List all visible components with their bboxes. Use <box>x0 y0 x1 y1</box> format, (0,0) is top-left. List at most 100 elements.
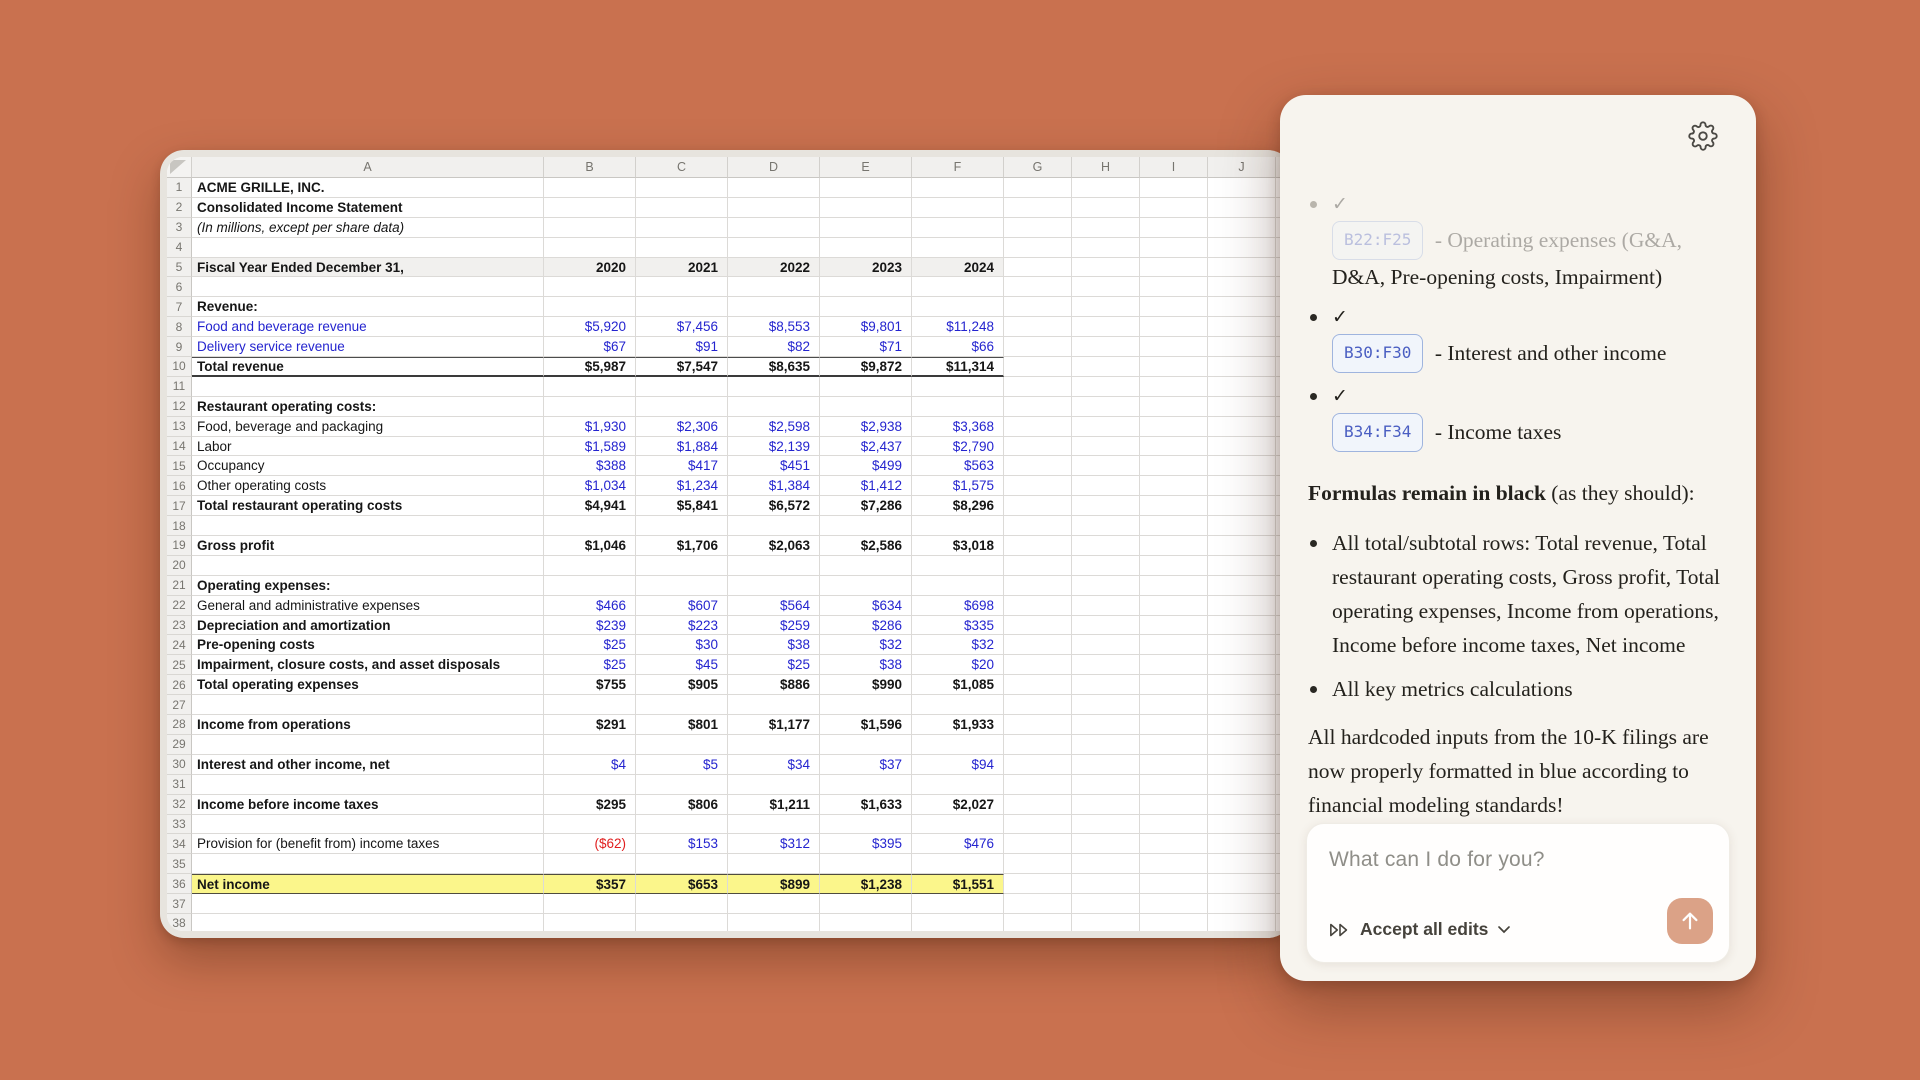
cell-D22[interactable]: $564 <box>728 596 820 616</box>
cell-A11[interactable] <box>192 377 544 397</box>
cell-A5[interactable]: Fiscal Year Ended December 31, <box>192 258 544 278</box>
cell-I33[interactable] <box>1140 815 1208 835</box>
cell-H36[interactable] <box>1072 874 1140 894</box>
cell-range-chip[interactable]: B22:F25 <box>1332 221 1423 260</box>
cell-F31[interactable] <box>912 775 1004 795</box>
row-number-37[interactable]: 37 <box>167 894 192 914</box>
cell-I34[interactable] <box>1140 834 1208 854</box>
cell-F33[interactable] <box>912 815 1004 835</box>
cell-B1[interactable] <box>544 178 636 198</box>
cell-D24[interactable]: $38 <box>728 635 820 655</box>
cell-J28[interactable] <box>1208 715 1276 735</box>
cell-J9[interactable] <box>1208 337 1276 357</box>
cell-B6[interactable] <box>544 277 636 297</box>
cell-A2[interactable]: Consolidated Income Statement <box>192 198 544 218</box>
cell-I3[interactable] <box>1140 218 1208 238</box>
cell-D3[interactable] <box>728 218 820 238</box>
cell-E26[interactable]: $990 <box>820 675 912 695</box>
cell-I24[interactable] <box>1140 635 1208 655</box>
cell-B21[interactable] <box>544 576 636 596</box>
row-number-23[interactable]: 23 <box>167 616 192 636</box>
cell-I17[interactable] <box>1140 496 1208 516</box>
cell-D15[interactable]: $451 <box>728 456 820 476</box>
cell-F23[interactable]: $335 <box>912 616 1004 636</box>
row-number-13[interactable]: 13 <box>167 417 192 437</box>
cell-F7[interactable] <box>912 297 1004 317</box>
cell-H13[interactable] <box>1072 417 1140 437</box>
cell-H33[interactable] <box>1072 815 1140 835</box>
cell-J18[interactable] <box>1208 516 1276 536</box>
cell-I19[interactable] <box>1140 536 1208 556</box>
cell-F26[interactable]: $1,085 <box>912 675 1004 695</box>
cell-E19[interactable]: $2,586 <box>820 536 912 556</box>
cell-H16[interactable] <box>1072 476 1140 496</box>
cell-F4[interactable] <box>912 238 1004 258</box>
row-number-28[interactable]: 28 <box>167 715 192 735</box>
cell-A23[interactable]: Depreciation and amortization <box>192 616 544 636</box>
cell-D23[interactable]: $259 <box>728 616 820 636</box>
cell-G31[interactable] <box>1004 775 1072 795</box>
cell-F5[interactable]: 2024 <box>912 258 1004 278</box>
cell-E21[interactable] <box>820 576 912 596</box>
cell-F20[interactable] <box>912 556 1004 576</box>
cell-A34[interactable]: Provision for (benefit from) income taxe… <box>192 834 544 854</box>
cell-J23[interactable] <box>1208 616 1276 636</box>
cell-I25[interactable] <box>1140 655 1208 675</box>
cell-B4[interactable] <box>544 238 636 258</box>
cell-A29[interactable] <box>192 735 544 755</box>
cell-I2[interactable] <box>1140 198 1208 218</box>
row-number-22[interactable]: 22 <box>167 596 192 616</box>
cell-F24[interactable]: $32 <box>912 635 1004 655</box>
cell-C11[interactable] <box>636 377 728 397</box>
cell-I30[interactable] <box>1140 755 1208 775</box>
cell-J19[interactable] <box>1208 536 1276 556</box>
cell-G8[interactable] <box>1004 317 1072 337</box>
cell-H37[interactable] <box>1072 894 1140 914</box>
cell-I9[interactable] <box>1140 337 1208 357</box>
cell-C10[interactable]: $7,547 <box>636 357 728 377</box>
cell-J29[interactable] <box>1208 735 1276 755</box>
row-number-27[interactable]: 27 <box>167 695 192 715</box>
cell-I35[interactable] <box>1140 854 1208 874</box>
chat-input[interactable] <box>1329 848 1659 872</box>
cell-I21[interactable] <box>1140 576 1208 596</box>
cell-G2[interactable] <box>1004 198 1072 218</box>
cell-I38[interactable] <box>1140 914 1208 931</box>
cell-A33[interactable] <box>192 815 544 835</box>
cell-G26[interactable] <box>1004 675 1072 695</box>
cell-E9[interactable]: $71 <box>820 337 912 357</box>
row-number-19[interactable]: 19 <box>167 536 192 556</box>
column-header-C[interactable]: C <box>636 157 728 178</box>
cell-F11[interactable] <box>912 377 1004 397</box>
cell-E24[interactable]: $32 <box>820 635 912 655</box>
cell-F14[interactable]: $2,790 <box>912 437 1004 457</box>
cell-I22[interactable] <box>1140 596 1208 616</box>
cell-A9[interactable]: Delivery service revenue <box>192 337 544 357</box>
row-number-12[interactable]: 12 <box>167 397 192 417</box>
row-number-20[interactable]: 20 <box>167 556 192 576</box>
cell-G9[interactable] <box>1004 337 1072 357</box>
cell-J8[interactable] <box>1208 317 1276 337</box>
cell-G29[interactable] <box>1004 735 1072 755</box>
cell-H23[interactable] <box>1072 616 1140 636</box>
cell-G6[interactable] <box>1004 277 1072 297</box>
cell-G7[interactable] <box>1004 297 1072 317</box>
cell-G14[interactable] <box>1004 437 1072 457</box>
row-number-38[interactable]: 38 <box>167 914 192 931</box>
cell-C12[interactable] <box>636 397 728 417</box>
cell-D32[interactable]: $1,211 <box>728 795 820 815</box>
row-number-14[interactable]: 14 <box>167 437 192 457</box>
cell-E34[interactable]: $395 <box>820 834 912 854</box>
cell-C18[interactable] <box>636 516 728 536</box>
cell-H35[interactable] <box>1072 854 1140 874</box>
cell-A19[interactable]: Gross profit <box>192 536 544 556</box>
cell-A4[interactable] <box>192 238 544 258</box>
cell-E20[interactable] <box>820 556 912 576</box>
row-number-18[interactable]: 18 <box>167 516 192 536</box>
cell-J35[interactable] <box>1208 854 1276 874</box>
cell-A20[interactable] <box>192 556 544 576</box>
cell-I28[interactable] <box>1140 715 1208 735</box>
cell-H19[interactable] <box>1072 536 1140 556</box>
cell-C25[interactable]: $45 <box>636 655 728 675</box>
cell-E33[interactable] <box>820 815 912 835</box>
